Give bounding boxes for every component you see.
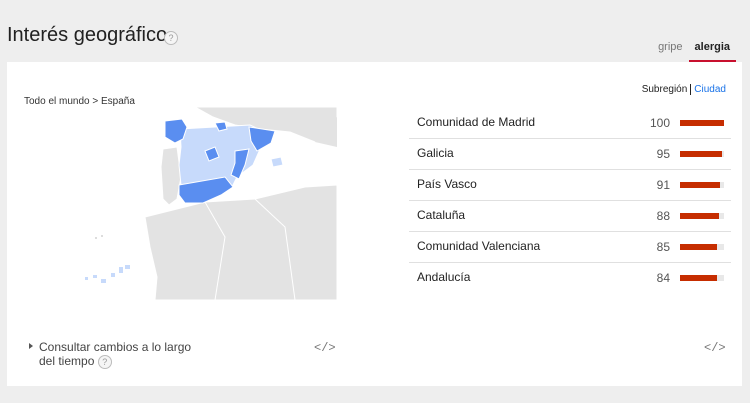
region-bar [680, 244, 724, 250]
region-value: 88 [656, 209, 670, 223]
tab-gripe[interactable]: gripe [652, 38, 688, 62]
consult-line1: Consultar cambios a lo largo [39, 340, 192, 354]
region-name: Comunidad de Madrid [417, 115, 536, 129]
list-item[interactable]: Comunidad Valenciana 85 [409, 232, 731, 263]
region-value: 100 [649, 116, 670, 130]
region-bar [680, 182, 724, 188]
list-item[interactable]: País Vasco 91 [409, 170, 731, 201]
list-item[interactable]: Galicia 95 [409, 139, 731, 170]
help-icon[interactable]: ? [164, 31, 178, 45]
embed-map-icon[interactable]: </> [314, 341, 336, 355]
consult-line2: del tiempo [39, 354, 95, 368]
term-tabs: gripe alergia [652, 38, 736, 62]
region-map[interactable] [85, 107, 337, 300]
city-option[interactable]: Ciudad [691, 84, 726, 95]
tab-alergia[interactable]: alergia [688, 38, 736, 62]
section-title: Interés geográfico [7, 24, 168, 46]
region-bar-fill [680, 151, 722, 157]
region-bar-fill [680, 213, 719, 219]
region-list: Comunidad de Madrid 100 Galicia 95 País … [409, 108, 731, 293]
region-bar [680, 213, 724, 219]
region-value: 85 [656, 240, 670, 254]
list-item[interactable]: Comunidad de Madrid 100 [409, 108, 731, 139]
region-bar-fill [680, 275, 717, 281]
help-icon[interactable]: ? [97, 355, 112, 369]
region-value: 91 [656, 178, 670, 192]
region-bar [680, 120, 724, 126]
region-bar-fill [680, 120, 724, 126]
region-value: 95 [656, 147, 670, 161]
region-name: Cataluña [417, 208, 466, 222]
region-value: 84 [656, 271, 670, 285]
region-bar [680, 151, 724, 157]
region-name: Comunidad Valenciana [417, 239, 541, 253]
embed-list-icon[interactable]: </> [704, 341, 726, 355]
region-bar [680, 275, 724, 281]
region-bar-fill [680, 244, 718, 250]
geo-card: Todo el mundo > España Subregión Ciudad … [7, 62, 742, 386]
list-item[interactable]: Andalucía 84 [409, 263, 731, 293]
region-bar-fill [680, 182, 721, 188]
breadcrumb[interactable]: Todo el mundo > España [24, 96, 135, 107]
subregion-city-toggle[interactable]: Subregión Ciudad [641, 84, 726, 95]
list-item[interactable]: Cataluña 88 [409, 201, 731, 232]
region-name: Galicia [417, 146, 454, 160]
subregion-option[interactable]: Subregión [641, 84, 692, 95]
region-name: País Vasco [417, 177, 477, 191]
region-name: Andalucía [417, 270, 471, 284]
expand-arrow-icon [29, 343, 33, 349]
